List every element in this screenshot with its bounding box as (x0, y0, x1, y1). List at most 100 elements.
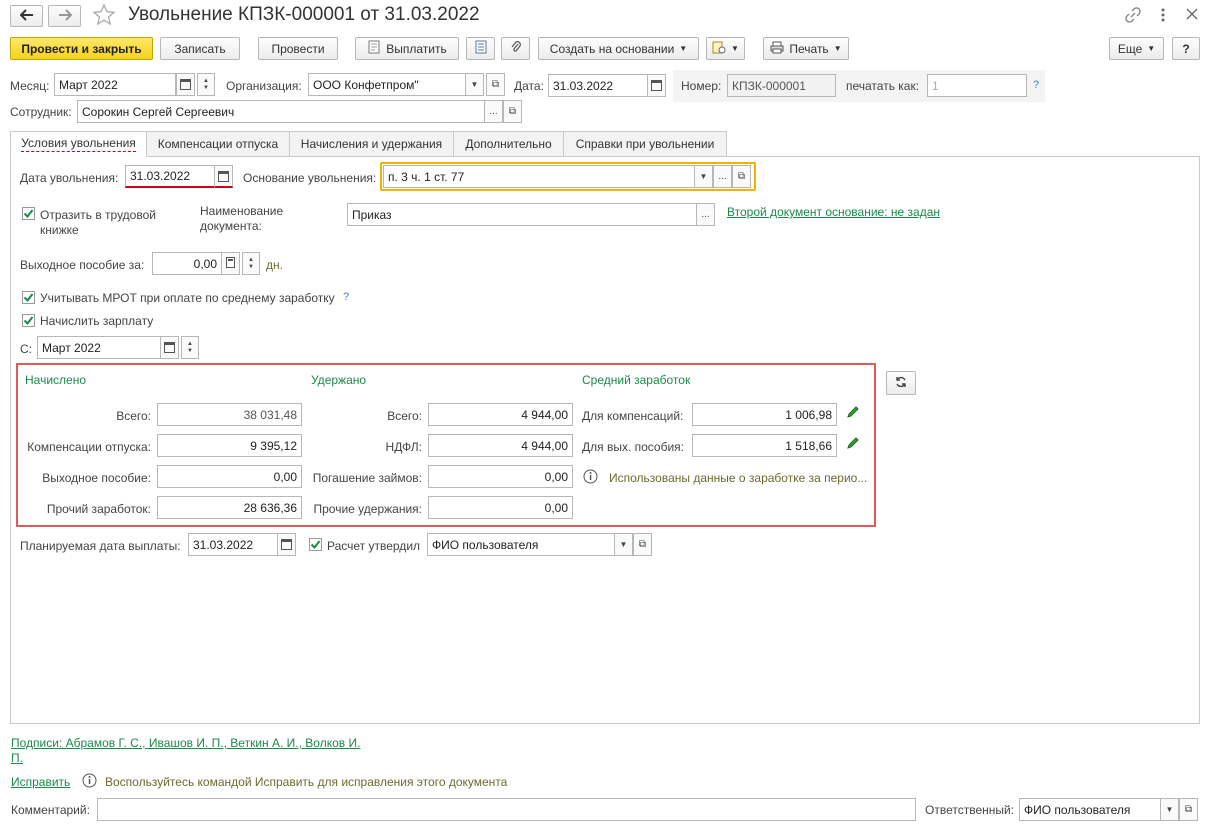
from-month-input[interactable]: Март 2022 (37, 336, 161, 359)
attach-button[interactable] (501, 37, 530, 60)
accrue-salary-checkbox[interactable] (22, 314, 35, 327)
avg-compensation-value[interactable]: 1 006,98 (692, 403, 837, 426)
accrued-other-value[interactable]: 28 636,36 (157, 496, 302, 519)
mrot-label: Учитывать МРОТ при оплате по среднему за… (40, 291, 335, 305)
save-button[interactable]: Записать (160, 37, 240, 60)
approved-label: Расчет утвердил (327, 539, 421, 553)
number-input[interactable]: КПЗК-000001 (727, 74, 836, 97)
from-month-stepper[interactable]: ▲ ▼ (181, 336, 199, 359)
edit-pencil-icon[interactable] (846, 405, 860, 422)
refresh-button[interactable] (886, 371, 916, 395)
forward-button[interactable] (48, 5, 81, 27)
tab-label: Начисления и удержания (300, 137, 443, 151)
planned-date-input[interactable]: 31.03.2022 (188, 533, 278, 556)
tab-vacation-compensation[interactable]: Компенсации отпуска (146, 131, 290, 157)
print-button[interactable]: Печать ▼ (763, 37, 849, 60)
fix-info-text: Воспользуйтесь командой Исправить для ис… (105, 775, 508, 789)
avg-compensation-label: Для компенсаций: (582, 409, 684, 423)
document-list-icon (475, 40, 487, 57)
avg-severance-value[interactable]: 1 518,66 (692, 434, 837, 457)
responsible-open-button[interactable]: ⧉ (1179, 798, 1198, 821)
second-doc-link[interactable]: Второй документ основание: не задан (727, 205, 940, 219)
severance-input[interactable]: 0,00 (152, 252, 222, 275)
dismissal-basis-input[interactable]: п. 3 ч. 1 ст. 77 (383, 165, 695, 188)
employee-select-button[interactable]: ... (484, 100, 503, 123)
month-calendar-button[interactable] (176, 73, 195, 96)
tab-dismissal-conditions[interactable]: Условия увольнения (10, 131, 147, 157)
help-label: ? (1182, 41, 1190, 56)
severance-stepper[interactable]: ▲ ▼ (242, 252, 260, 275)
print-as-input[interactable]: 1 (927, 74, 1027, 97)
ellipsis-icon: ... (718, 171, 727, 182)
accrued-compensation-value[interactable]: 9 395,12 (157, 434, 302, 457)
approved-by-open-button[interactable]: ⧉ (633, 533, 652, 556)
comment-input[interactable] (97, 798, 916, 821)
from-month-calendar-button[interactable] (160, 336, 179, 359)
doc-name-input[interactable]: Приказ (347, 203, 697, 226)
stepper-up-icon: ▲ (203, 77, 209, 84)
withheld-ndfl-value[interactable]: 4 944,00 (428, 434, 573, 457)
month-input[interactable]: Март 2022 (54, 73, 176, 96)
dismissal-basis-open-button[interactable]: ⧉ (732, 165, 751, 188)
link-icon[interactable] (1124, 6, 1142, 27)
calendar-icon (218, 170, 229, 182)
approved-checkbox[interactable] (309, 538, 322, 551)
month-stepper[interactable]: ▲ ▼ (197, 73, 215, 96)
severance-calc-button[interactable] (221, 252, 240, 275)
withheld-other-value[interactable]: 0,00 (428, 496, 573, 519)
more-button[interactable]: Еще ▼ (1109, 37, 1164, 60)
pay-button[interactable]: Выплатить (355, 37, 459, 60)
accrue-salary-label: Начислить зарплату (40, 314, 154, 328)
info-icon (82, 773, 97, 791)
post-and-close-button[interactable]: Провести и закрыть (10, 37, 153, 60)
back-button[interactable] (10, 5, 43, 27)
accrued-severance-value[interactable]: 0,00 (157, 465, 302, 488)
tab-additional[interactable]: Дополнительно (453, 131, 564, 157)
print-as-label: печатать как: (846, 79, 920, 93)
doc-name-select-button[interactable]: ... (696, 203, 715, 226)
withheld-total-value[interactable]: 4 944,00 (428, 403, 573, 426)
dismissal-date-calendar-button[interactable] (214, 165, 233, 188)
ellipsis-icon: ... (701, 209, 710, 220)
dismissal-basis-select-button[interactable]: ... (713, 165, 732, 188)
close-icon[interactable] (1186, 8, 1198, 23)
employee-open-button[interactable]: ⧉ (503, 100, 522, 123)
responsible-label: Ответственный: (925, 803, 1015, 817)
date-input[interactable]: 31.03.2022 (548, 74, 648, 97)
page-title: Увольнение КПЗК-000001 от 31.03.2022 (128, 4, 480, 25)
create-based-button[interactable]: Создать на основании ▼ (538, 37, 699, 60)
approved-by-input[interactable]: ФИО пользователя (427, 533, 615, 556)
related-docs-button[interactable]: ▼ (706, 37, 745, 60)
open-icon: ⧉ (737, 171, 746, 182)
organization-input[interactable]: ООО Конфетпром" (308, 73, 466, 96)
dismissal-basis-dropdown[interactable]: ▼ (694, 165, 713, 188)
mrot-help-icon[interactable]: ? (343, 291, 349, 303)
number-help-icon[interactable]: ? (1033, 79, 1039, 91)
organization-open-button[interactable]: ⧉ (486, 73, 505, 96)
tab-accruals-deductions[interactable]: Начисления и удержания (289, 131, 454, 157)
date-calendar-button[interactable] (647, 74, 666, 97)
organization-dropdown[interactable]: ▼ (465, 73, 484, 96)
responsible-input[interactable]: ФИО пользователя (1019, 798, 1161, 821)
list-button[interactable] (466, 37, 495, 60)
mrot-checkbox[interactable] (22, 291, 35, 304)
signatures-link-line2[interactable]: П. (11, 751, 23, 765)
post-button[interactable]: Провести (258, 37, 338, 60)
more-vertical-icon[interactable] (1158, 6, 1168, 27)
help-button[interactable]: ? (1172, 37, 1200, 60)
withheld-loans-value[interactable]: 0,00 (428, 465, 573, 488)
planned-date-calendar-button[interactable] (277, 533, 296, 556)
fix-link[interactable]: Исправить (11, 775, 70, 789)
dismissal-date-input[interactable]: 31.03.2022 (125, 165, 215, 188)
approved-by-dropdown[interactable]: ▼ (614, 533, 633, 556)
edit-pencil-icon[interactable] (846, 436, 860, 453)
favorite-star-icon[interactable] (92, 3, 116, 30)
responsible-dropdown[interactable]: ▼ (1160, 798, 1179, 821)
accrued-total-value[interactable]: 38 031,48 (157, 403, 302, 426)
workbook-checkbox[interactable] (22, 207, 35, 220)
signatures-link-line1[interactable]: Подписи: Абрамов Г. С., Ивашов И. П., Ве… (11, 736, 360, 750)
employee-input[interactable]: Сорокин Сергей Сергеевич (77, 100, 485, 123)
save-label: Записать (174, 41, 226, 56)
tab-dismissal-certificates[interactable]: Справки при увольнении (563, 131, 727, 157)
comment-label: Комментарий: (11, 803, 90, 817)
